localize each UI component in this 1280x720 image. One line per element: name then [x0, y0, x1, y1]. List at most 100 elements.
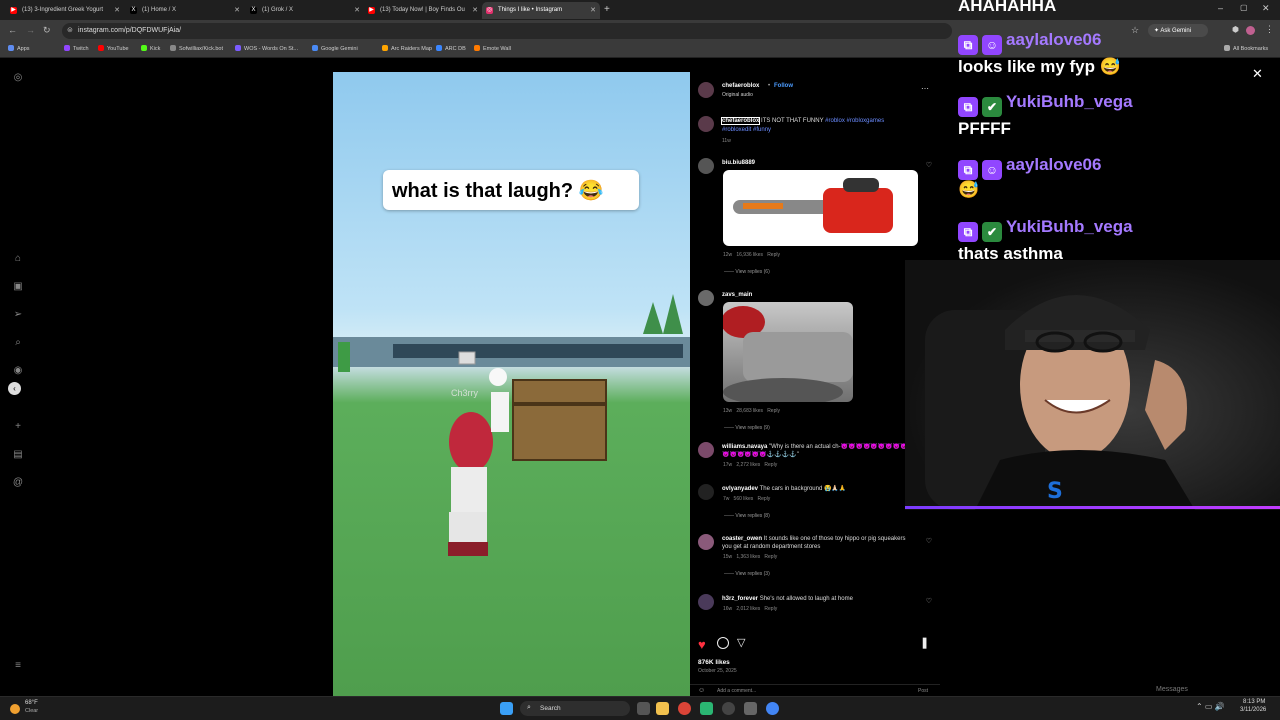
save-bookmark-icon[interactable]: ❚ — [920, 636, 929, 649]
comment-image-chainsaw[interactable] — [723, 170, 918, 246]
caption-avatar[interactable] — [698, 116, 714, 132]
tab-close-icon[interactable]: ✕ — [472, 6, 478, 14]
bookmark-link[interactable]: Google Gemini — [312, 45, 358, 52]
clock-date[interactable]: 3/11/2026 — [1240, 707, 1266, 713]
weather-temp[interactable]: 68°F — [25, 700, 38, 706]
author-avatar[interactable] — [698, 82, 714, 98]
comment-like-icon[interactable]: ♡ — [926, 537, 932, 545]
app-icon-grid[interactable] — [744, 702, 757, 715]
tab-close-icon[interactable]: ✕ — [590, 6, 596, 14]
chrome-icon[interactable] — [678, 702, 691, 715]
bookmark-link[interactable]: Kick — [141, 45, 160, 52]
bookmark-link[interactable]: YouTube — [98, 45, 129, 52]
comment-username[interactable]: williams.navaya — [722, 444, 767, 450]
url-field[interactable]: ⊜ instagram.com/p/DQFDWUFjAia/ — [62, 23, 952, 39]
home-icon[interactable]: ⌂ — [12, 253, 24, 265]
commenter-avatar[interactable] — [698, 594, 714, 610]
bookmark-link[interactable]: Emote Wall — [474, 45, 511, 52]
user-badge-icon: ☺ — [982, 35, 1002, 55]
commenter-avatar[interactable] — [698, 442, 714, 458]
clock-time[interactable]: 8:13 PM — [1243, 699, 1265, 705]
ask-gemini-button[interactable]: ✦ Ask Gemini — [1148, 24, 1208, 37]
extensions-icon[interactable]: ⬢ — [1232, 25, 1239, 34]
commenter-avatar[interactable] — [698, 290, 714, 306]
messages-button[interactable]: Messages — [1140, 683, 1250, 697]
profile-avatar[interactable] — [1246, 26, 1255, 35]
bookmark-link[interactable]: Apps — [8, 45, 30, 52]
comment-icon[interactable] — [717, 637, 729, 649]
weather-icon[interactable] — [10, 704, 20, 714]
comment-username[interactable]: h3rz_forever — [722, 596, 758, 602]
author-name[interactable]: chefaeroblox — [722, 83, 759, 89]
browser-tab[interactable]: ◎ Things I like • Instagram ✕ — [482, 2, 600, 19]
reel-video[interactable]: what is that laugh? 😂 Ch3rry — [333, 72, 690, 696]
comment-username[interactable]: coaster_owen — [722, 536, 762, 542]
app-icon-green[interactable] — [700, 702, 713, 715]
view-replies-link[interactable]: —— View replies (3) — [724, 571, 770, 577]
instagram-logo-icon[interactable]: ◎ — [12, 72, 24, 84]
more-menu-icon[interactable]: ≡ — [12, 660, 24, 672]
chrome-alt-icon[interactable] — [766, 702, 779, 715]
previous-post-button[interactable]: ‹ — [8, 382, 21, 395]
bookmark-star-icon[interactable]: ☆ — [1131, 25, 1139, 36]
commenter-avatar[interactable] — [698, 534, 714, 550]
search-icon[interactable]: ⌕ — [12, 337, 24, 349]
new-tab-icon[interactable]: + — [604, 4, 610, 15]
task-view-icon[interactable] — [637, 702, 650, 715]
reels-icon[interactable]: ▣ — [12, 281, 24, 293]
caption-username[interactable]: chefaeroblox — [720, 117, 761, 125]
create-icon[interactable]: + — [12, 421, 24, 433]
tab-close-icon[interactable]: ✕ — [354, 6, 360, 14]
comment-like-icon[interactable]: ♡ — [926, 597, 932, 605]
view-replies-link[interactable]: —— View replies (6) — [724, 269, 770, 275]
explore-icon[interactable]: ◉ — [12, 365, 24, 377]
comment-image-car[interactable] — [723, 302, 853, 402]
start-windows-icon[interactable] — [500, 702, 513, 715]
back-icon[interactable]: ← — [8, 25, 17, 35]
site-info-icon[interactable]: ⊜ — [67, 26, 73, 34]
obs-icon[interactable] — [722, 702, 735, 715]
all-bookmarks-link[interactable]: All Bookmarks — [1224, 45, 1268, 52]
post-comment-button[interactable]: Post — [918, 688, 928, 694]
maximize-icon[interactable]: ▢ — [1240, 3, 1248, 12]
view-replies-link[interactable]: —— View replies (9) — [724, 425, 770, 431]
browser-tab[interactable]: X (1) Grok / X ✕ — [246, 2, 364, 19]
forward-icon[interactable]: → — [26, 25, 35, 35]
comment-username[interactable]: zavs_main — [722, 292, 752, 298]
comment-username[interactable]: ovlyanyadev — [722, 486, 758, 492]
bookmark-link[interactable]: ARC DB — [436, 45, 466, 52]
commenter-avatar[interactable] — [698, 484, 714, 500]
bookmark-link[interactable]: Twitch — [64, 45, 89, 52]
like-heart-icon[interactable]: ♥ — [698, 637, 706, 652]
file-explorer-icon[interactable] — [656, 702, 669, 715]
browser-tab[interactable]: ▶ (13) Today Now! | Boy Finds Ou ✕ — [364, 2, 482, 19]
post-options-icon[interactable]: ⋯ — [921, 84, 929, 93]
comment-username[interactable]: biu.biu8889 — [722, 160, 755, 166]
bookmark-link[interactable]: WOS - Words On St... — [235, 45, 298, 52]
view-replies-link[interactable]: —— View replies (8) — [724, 513, 770, 519]
menu-icon[interactable]: ⋮ — [1265, 24, 1274, 35]
commenter-avatar[interactable] — [698, 158, 714, 174]
share-icon[interactable]: ▽ — [737, 636, 745, 649]
minimize-icon[interactable]: – — [1218, 3, 1223, 13]
bookmark-link[interactable]: Sofwilliax/Kick.bot — [170, 45, 223, 52]
comment-like-icon[interactable]: ♡ — [926, 161, 932, 169]
messages-icon[interactable]: ➢ — [12, 309, 24, 321]
tray-icons[interactable]: ⌃ ▭ 🔊 — [1196, 702, 1225, 711]
reload-icon[interactable]: ↻ — [43, 25, 51, 36]
emoji-icon[interactable]: ☺ — [698, 687, 705, 694]
threads-icon[interactable]: @ — [12, 477, 24, 489]
audio-label[interactable]: Original audio — [722, 92, 753, 98]
bookmark-link[interactable]: Arc Raiders Map — [382, 45, 432, 52]
follow-button[interactable]: Follow — [774, 83, 793, 89]
close-window-icon[interactable]: ✕ — [1262, 3, 1270, 14]
browser-tab[interactable]: X (1) Home / X ✕ — [126, 2, 244, 19]
add-comment-input[interactable]: Add a comment... — [717, 688, 756, 694]
tab-close-icon[interactable]: ✕ — [114, 6, 120, 14]
tab-close-icon[interactable]: ✕ — [234, 6, 240, 14]
profile-icon[interactable]: ▤ — [12, 449, 24, 461]
close-modal-icon[interactable]: ✕ — [1252, 66, 1263, 82]
taskbar-search[interactable]: ⌕ Search — [520, 701, 630, 716]
browser-tab[interactable]: ▶ (13) 3-Ingredient Greek Yogurt ✕ — [6, 2, 124, 19]
likes-count[interactable]: 876K likes — [698, 659, 730, 666]
